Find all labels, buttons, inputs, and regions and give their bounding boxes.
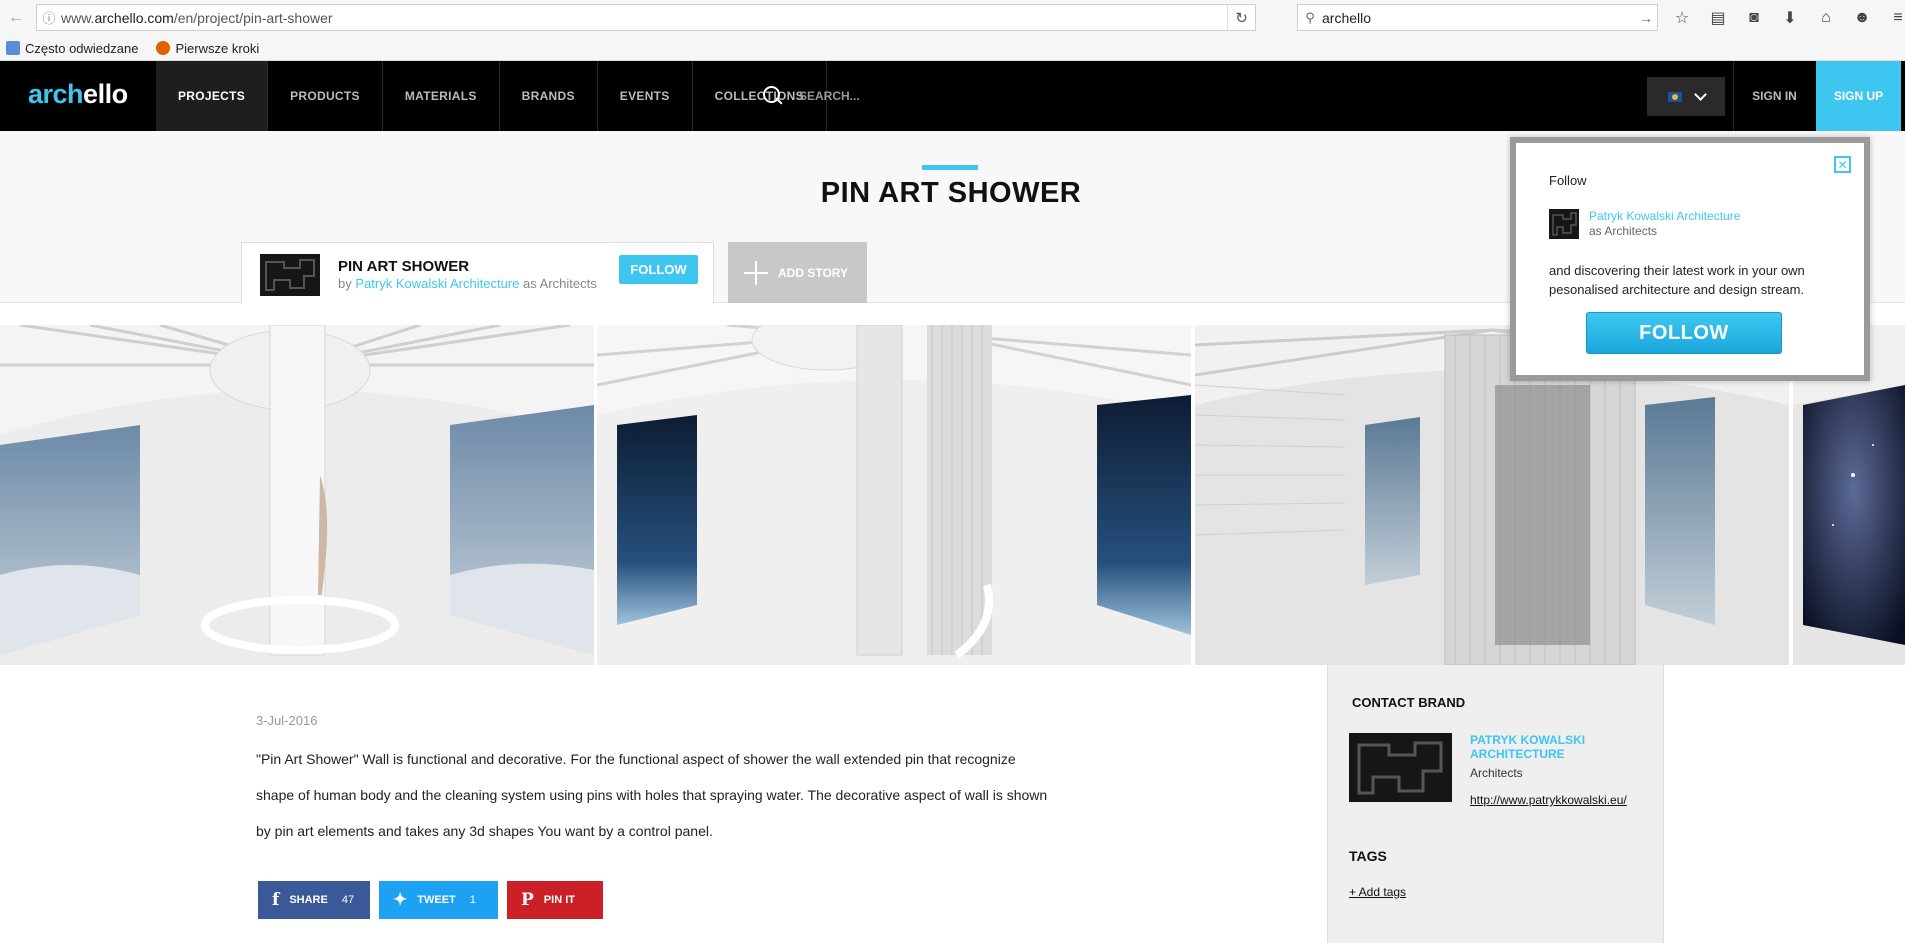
popup-follow-button[interactable]: FOLLOW — [1586, 312, 1782, 354]
plus-icon — [744, 260, 768, 285]
nav-projects[interactable]: PROJECTS — [156, 61, 269, 131]
reload-icon[interactable]: ↻ — [1227, 5, 1255, 30]
project-card: PIN ART SHOWER by Patryk Kowalski Archit… — [241, 242, 714, 304]
browser-search-field[interactable]: ⚲ archello → — [1297, 4, 1658, 31]
gallery-image[interactable] — [0, 325, 594, 665]
sign-in-button[interactable]: SIGN IN — [1733, 61, 1815, 131]
facebook-icon: f — [272, 890, 280, 910]
home-icon[interactable]: ⌂ — [1814, 6, 1838, 30]
search-icon[interactable] — [763, 86, 783, 106]
site-header: archello PROJECTS PRODUCTS MATERIALS BRA… — [0, 61, 1905, 131]
browser-search-value[interactable]: archello — [1322, 10, 1635, 26]
firefox-icon — [156, 41, 171, 55]
bookmark-folder-icon — [6, 41, 20, 55]
popup-brand-role: as Architects — [1589, 224, 1658, 238]
tags-heading: TAGS — [1349, 848, 1387, 864]
popup-brand-link[interactable]: Patryk Kowalski Architecture — [1589, 209, 1740, 223]
brand-website-link[interactable]: http://www.patrykkowalski.eu/ — [1470, 793, 1627, 807]
popup-heading: Follow — [1549, 173, 1587, 188]
social-share-bar: f SHARE 47 ✦ TWEET 1 P PIN IT — [258, 881, 603, 919]
arrow-right-icon[interactable]: → — [1635, 10, 1657, 26]
nav-products[interactable]: PRODUCTS — [268, 61, 383, 131]
project-byline: by Patryk Kowalski Architecture as Archi… — [338, 276, 597, 291]
pinterest-button[interactable]: P PIN IT — [507, 881, 603, 919]
address-bar[interactable]: ⓘ www.archello.com/en/project/pin-art-sh… — [36, 4, 1256, 31]
archello-logo[interactable]: archello — [28, 79, 128, 110]
site-search-placeholder[interactable]: SEARCH... — [799, 89, 860, 103]
bookmarks-bar: Często odwiedzane Pierwsze kroki — [0, 36, 1905, 61]
brand-type: Architects — [1470, 766, 1523, 780]
bookmark-item[interactable]: Często odwiedzane — [6, 41, 138, 56]
add-tags-link[interactable]: + Add tags — [1349, 885, 1406, 899]
brand-logo[interactable] — [1349, 733, 1452, 802]
title-accent-bar — [922, 165, 978, 170]
pocket-icon[interactable]: ◙ — [1742, 6, 1766, 30]
reading-list-icon[interactable]: ▤ — [1706, 6, 1730, 30]
download-icon[interactable]: ⬇ — [1778, 6, 1802, 30]
share-count: 47 — [341, 894, 355, 906]
project-card-title[interactable]: PIN ART SHOWER — [338, 258, 469, 275]
brand-name-link[interactable]: PATRYK KOWALSKI ARCHITECTURE — [1470, 733, 1630, 761]
sign-up-button[interactable]: SIGN UP — [1816, 61, 1901, 131]
browser-toolbar-icons: ☆ ▤ ◙ ⬇ ⌂ ☻ ≡ — [1670, 6, 1905, 30]
site-search[interactable]: SEARCH... — [763, 61, 860, 131]
contact-heading: CONTACT BRAND — [1352, 695, 1466, 710]
twitter-share-button[interactable]: ✦ TWEET 1 — [379, 881, 498, 919]
bookmark-item[interactable]: Pierwsze kroki — [156, 41, 259, 56]
post-date: 3-Jul-2016 — [256, 713, 318, 728]
project-description: "Pin Art Shower" Wall is functional and … — [256, 751, 1048, 839]
search-icon: ⚲ — [1305, 9, 1315, 25]
twitter-icon: ✦ — [393, 890, 408, 910]
star-icon[interactable]: ☆ — [1670, 6, 1694, 30]
gallery-image[interactable] — [597, 325, 1191, 665]
language-selector[interactable] — [1647, 77, 1725, 116]
add-story-button[interactable]: ADD STORY — [728, 242, 867, 303]
tweet-count: 1 — [469, 894, 476, 906]
pinterest-icon: P — [521, 890, 534, 910]
back-icon[interactable]: ← — [0, 9, 36, 27]
nav-events[interactable]: EVENTS — [598, 61, 693, 131]
popup-message: and discovering their latest work in you… — [1549, 263, 1805, 297]
smiley-icon[interactable]: ☻ — [1850, 6, 1874, 30]
menu-icon[interactable]: ≡ — [1886, 6, 1905, 30]
popup-brand-thumbnail — [1549, 209, 1579, 239]
facebook-share-button[interactable]: f SHARE 47 — [258, 881, 370, 919]
info-icon[interactable]: ⓘ — [37, 8, 61, 27]
close-icon[interactable]: ✕ — [1834, 156, 1851, 173]
flag-icon — [1667, 91, 1682, 102]
author-link[interactable]: Patryk Kowalski Architecture — [355, 276, 519, 291]
url-text[interactable]: www.archello.com/en/project/pin-art-show… — [61, 10, 1227, 26]
follow-popup: ✕ Follow Patryk Kowalski Architecture as… — [1510, 137, 1870, 381]
main-nav: PROJECTS PRODUCTS MATERIALS BRANDS EVENT… — [156, 61, 827, 131]
project-thumbnail[interactable] — [260, 254, 320, 296]
nav-materials[interactable]: MATERIALS — [383, 61, 500, 131]
nav-brands[interactable]: BRANDS — [500, 61, 598, 131]
contact-brand-panel: CONTACT BRAND PATRYK KOWALSKI ARCHITECTU… — [1327, 665, 1664, 943]
chevron-down-icon — [1693, 87, 1707, 101]
follow-button[interactable]: FOLLOW — [619, 255, 698, 284]
browser-toolbar: ← ⓘ www.archello.com/en/project/pin-art-… — [0, 0, 1905, 36]
